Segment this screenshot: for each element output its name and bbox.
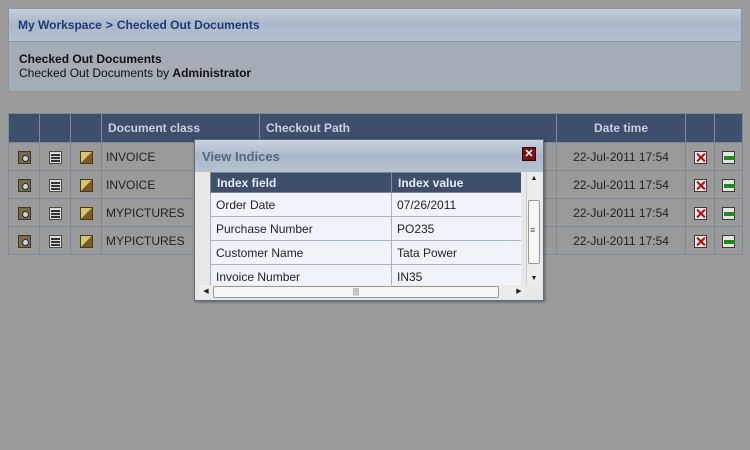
undo-checkout-icon[interactable] <box>693 178 707 192</box>
index-value-cell: IN35 <box>391 264 521 286</box>
user-name: Administrator <box>172 66 252 80</box>
header-blank-5 <box>714 113 743 143</box>
view-document-icon[interactable] <box>17 178 31 192</box>
view-document-cell <box>8 198 40 227</box>
undo-checkout-icon[interactable] <box>693 150 707 164</box>
document-history-icon[interactable] <box>79 234 93 248</box>
view-document-icon[interactable] <box>17 206 31 220</box>
checkin-cell <box>714 142 743 171</box>
header-date-time[interactable]: Date time <box>556 113 686 143</box>
breadcrumb-root-link[interactable]: My Workspace <box>18 18 102 32</box>
table-row: Order Date 07/26/2011 <box>210 192 521 217</box>
page-title: Checked Out Documents <box>19 52 162 66</box>
checkin-cell <box>714 170 743 199</box>
page-header: Checked Out Documents Checked Out Docume… <box>8 42 742 92</box>
view-indices-cell <box>39 142 71 171</box>
document-history-cell <box>70 170 102 199</box>
view-document-cell <box>8 142 40 171</box>
checkin-icon[interactable] <box>722 178 735 192</box>
close-icon[interactable]: ✕ <box>522 147 536 161</box>
header-index-value: Index value <box>391 172 521 193</box>
view-indices-icon[interactable] <box>48 178 62 192</box>
index-field-cell: Purchase Number <box>210 216 392 241</box>
view-indices-icon[interactable] <box>48 206 62 220</box>
page-subtitle: Checked Out Documents by Administrator <box>19 66 741 81</box>
vertical-scroll-thumb[interactable] <box>528 200 540 264</box>
scroll-up-arrow-icon[interactable]: ▲ <box>527 172 541 186</box>
header-blank-3 <box>70 113 102 143</box>
document-history-cell <box>70 198 102 227</box>
document-history-cell <box>70 142 102 171</box>
index-field-cell: Customer Name <box>210 240 392 265</box>
undo-checkout-cell <box>685 198 715 227</box>
checkin-cell <box>714 198 743 227</box>
date-time-cell: 22-Jul-2011 17:54 <box>556 142 686 171</box>
breadcrumb-current: Checked Out Documents <box>116 18 260 32</box>
date-time-cell: 22-Jul-2011 17:54 <box>556 198 686 227</box>
view-indices-cell <box>39 226 71 255</box>
view-indices-icon[interactable] <box>48 150 62 164</box>
header-blank-1 <box>8 113 40 143</box>
horizontal-scrollbar[interactable]: ◀ ||| ▶ <box>199 285 526 299</box>
view-document-cell <box>8 170 40 199</box>
header-index-field: Index field <box>210 172 392 193</box>
dialog-title: View Indices <box>202 148 280 164</box>
undo-checkout-icon[interactable] <box>693 206 707 220</box>
index-value-cell: 07/26/2011 <box>391 192 521 217</box>
breadcrumb-separator: > <box>105 18 113 32</box>
table-row: Purchase Number PO235 <box>210 216 521 241</box>
checkin-icon[interactable] <box>722 150 735 164</box>
checkin-icon[interactable] <box>722 206 735 220</box>
scroll-right-arrow-icon[interactable]: ▶ <box>512 285 526 299</box>
view-document-cell <box>8 226 40 255</box>
undo-checkout-cell <box>685 170 715 199</box>
index-value-cell: Tata Power <box>391 240 521 265</box>
undo-checkout-cell <box>685 226 715 255</box>
vertical-scrollbar[interactable]: ▲ ▼ <box>526 172 541 286</box>
dialog-body: Index field Index value Order Date 07/26… <box>210 172 521 286</box>
view-indices-cell <box>39 170 71 199</box>
scroll-left-arrow-icon[interactable]: ◀ <box>199 285 213 299</box>
index-field-cell: Order Date <box>210 192 392 217</box>
indices-header-row: Index field Index value <box>210 172 521 193</box>
table-row: Customer Name Tata Power <box>210 240 521 265</box>
breadcrumb: My Workspace > Checked Out Documents <box>8 8 742 42</box>
header-blank-2 <box>39 113 71 143</box>
undo-checkout-cell <box>685 142 715 171</box>
index-value-cell: PO235 <box>391 216 521 241</box>
indices-table: Index field Index value Order Date 07/26… <box>210 172 521 286</box>
view-indices-dialog: View Indices ✕ Index field Index value O… <box>194 139 544 301</box>
date-time-cell: 22-Jul-2011 17:54 <box>556 226 686 255</box>
checkin-cell <box>714 226 743 255</box>
document-history-cell <box>70 226 102 255</box>
view-document-icon[interactable] <box>17 150 31 164</box>
view-indices-cell <box>39 198 71 227</box>
date-time-cell: 22-Jul-2011 17:54 <box>556 170 686 199</box>
document-history-icon[interactable] <box>79 206 93 220</box>
header-blank-4 <box>685 113 715 143</box>
view-indices-icon[interactable] <box>48 234 62 248</box>
page-subtitle-text: Checked Out Documents by <box>19 66 170 80</box>
dialog-title-bar[interactable]: View Indices ✕ <box>195 140 543 172</box>
index-field-cell: Invoice Number <box>210 264 392 286</box>
view-document-icon[interactable] <box>17 234 31 248</box>
document-history-icon[interactable] <box>79 150 93 164</box>
table-row: Invoice Number IN35 <box>210 264 521 286</box>
undo-checkout-icon[interactable] <box>693 234 707 248</box>
checkin-icon[interactable] <box>722 234 735 248</box>
scroll-down-arrow-icon[interactable]: ▼ <box>527 272 541 286</box>
horizontal-scroll-thumb[interactable]: ||| <box>213 286 499 298</box>
document-history-icon[interactable] <box>79 178 93 192</box>
